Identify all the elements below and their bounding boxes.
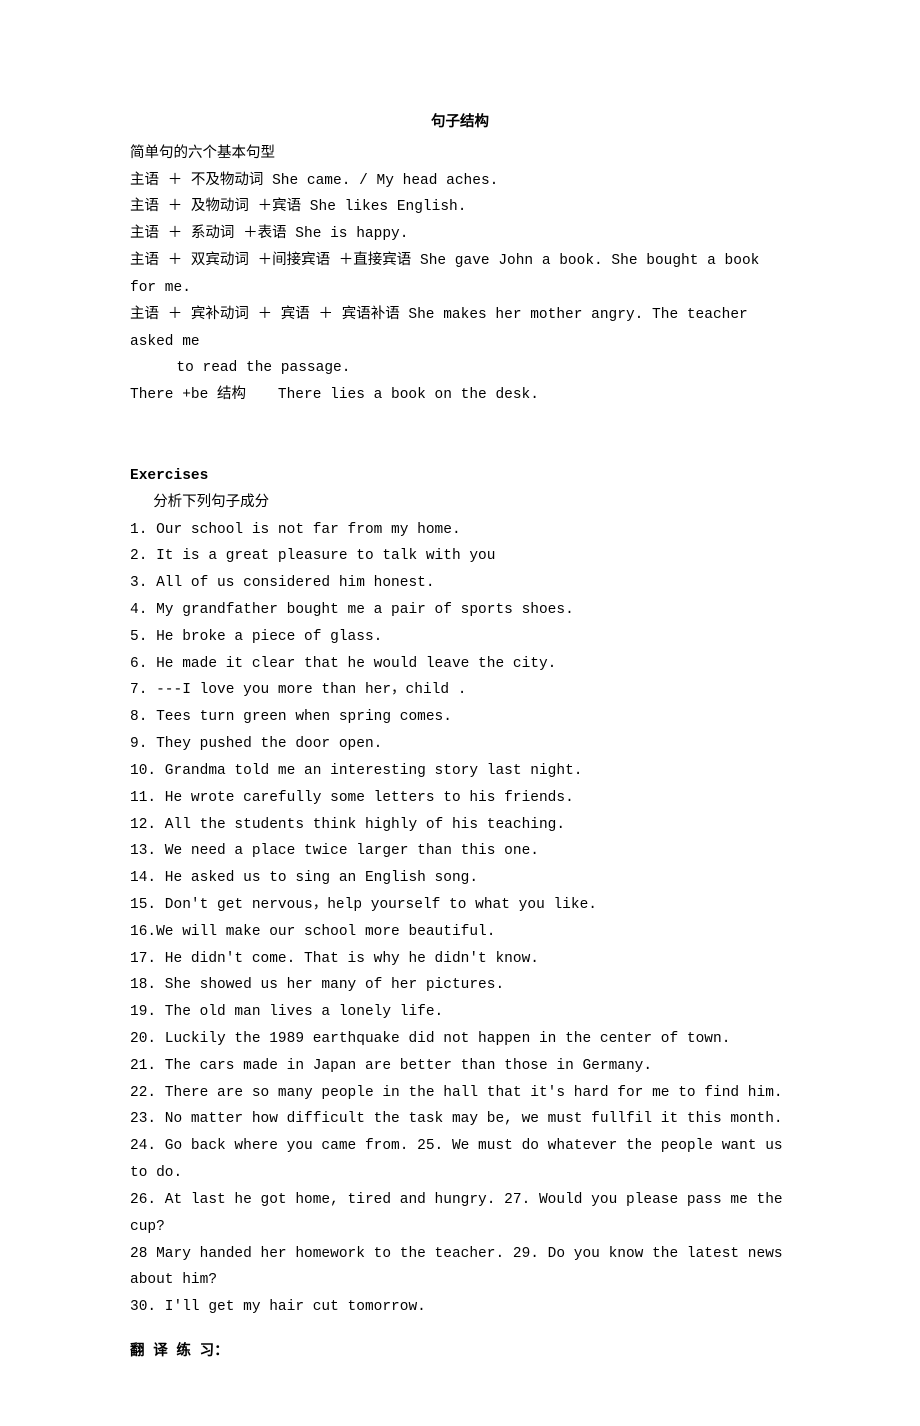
exercise-item: 28 Mary handed her homework to the teach… bbox=[130, 1241, 790, 1295]
exercise-item: 7. ---I love you more than her，child . bbox=[130, 677, 790, 704]
exercise-item: 15. Don't get nervous，help yourself to w… bbox=[130, 892, 790, 919]
exercise-item: 10. Grandma told me an interesting story… bbox=[130, 758, 790, 785]
pattern-2: 主语 ＋ 及物动词 ＋宾语 She likes English. bbox=[130, 194, 790, 221]
exercise-item: 18. She showed us her many of her pictur… bbox=[130, 972, 790, 999]
exercise-item: 12. All the students think highly of his… bbox=[130, 812, 790, 839]
exercise-item: 22. There are so many people in the hall… bbox=[130, 1080, 790, 1107]
pattern-5-cont: to read the passage. bbox=[130, 355, 790, 382]
exercise-item: 17. He didn't come. That is why he didn'… bbox=[130, 946, 790, 973]
exercise-item: 30. I'll get my hair cut tomorrow. bbox=[130, 1294, 790, 1321]
translate-heading: 翻 译 练 习： bbox=[130, 1339, 790, 1366]
exercise-item: 19. The old man lives a lonely life. bbox=[130, 999, 790, 1026]
there-be-line: There +be 结构 There lies a book on the des… bbox=[130, 382, 790, 409]
exercise-item: 26. At last he got home, tired and hungr… bbox=[130, 1187, 790, 1241]
exercise-item: 6. He made it clear that he would leave … bbox=[130, 651, 790, 678]
page-title: 句子结构 bbox=[130, 110, 790, 137]
exercises-heading: Exercises bbox=[130, 463, 790, 490]
intro-heading: 简单句的六个基本句型 bbox=[130, 141, 790, 168]
exercise-item: 2. It is a great pleasure to talk with y… bbox=[130, 543, 790, 570]
pattern-4: 主语 ＋ 双宾动词 ＋间接宾语 ＋直接宾语 She gave John a bo… bbox=[130, 248, 790, 302]
exercise-item: 11. He wrote carefully some letters to h… bbox=[130, 785, 790, 812]
exercise-item: 23. No matter how difficult the task may… bbox=[130, 1106, 790, 1133]
pattern-5: 主语 ＋ 宾补动词 ＋ 宾语 ＋ 宾语补语 She makes her moth… bbox=[130, 302, 790, 356]
there-be-left: There +be 结构 bbox=[130, 387, 246, 403]
exercises-sub: 分析下列句子成分 bbox=[130, 490, 790, 517]
there-be-right: There lies a book on the desk. bbox=[278, 387, 539, 403]
exercise-item: 3. All of us considered him honest. bbox=[130, 570, 790, 597]
exercise-item: 14. He asked us to sing an English song. bbox=[130, 865, 790, 892]
exercise-item: 1. Our school is not far from my home. bbox=[130, 517, 790, 544]
exercise-item: 16.We will make our school more beautifu… bbox=[130, 919, 790, 946]
exercise-item: 9. They pushed the door open. bbox=[130, 731, 790, 758]
pattern-3: 主语 ＋ 系动词 ＋表语 She is happy. bbox=[130, 221, 790, 248]
exercise-item: 5. He broke a piece of glass. bbox=[130, 624, 790, 651]
exercise-item: 21. The cars made in Japan are better th… bbox=[130, 1053, 790, 1080]
exercise-item: 8. Tees turn green when spring comes. bbox=[130, 704, 790, 731]
exercise-item: 20. Luckily the 1989 earthquake did not … bbox=[130, 1026, 790, 1053]
exercise-item: 4. My grandfather bought me a pair of sp… bbox=[130, 597, 790, 624]
exercise-item: 24. Go back where you came from. 25. We … bbox=[130, 1133, 790, 1187]
exercise-item: 13. We need a place twice larger than th… bbox=[130, 838, 790, 865]
pattern-1: 主语 ＋ 不及物动词 She came. / My head aches. bbox=[130, 168, 790, 195]
